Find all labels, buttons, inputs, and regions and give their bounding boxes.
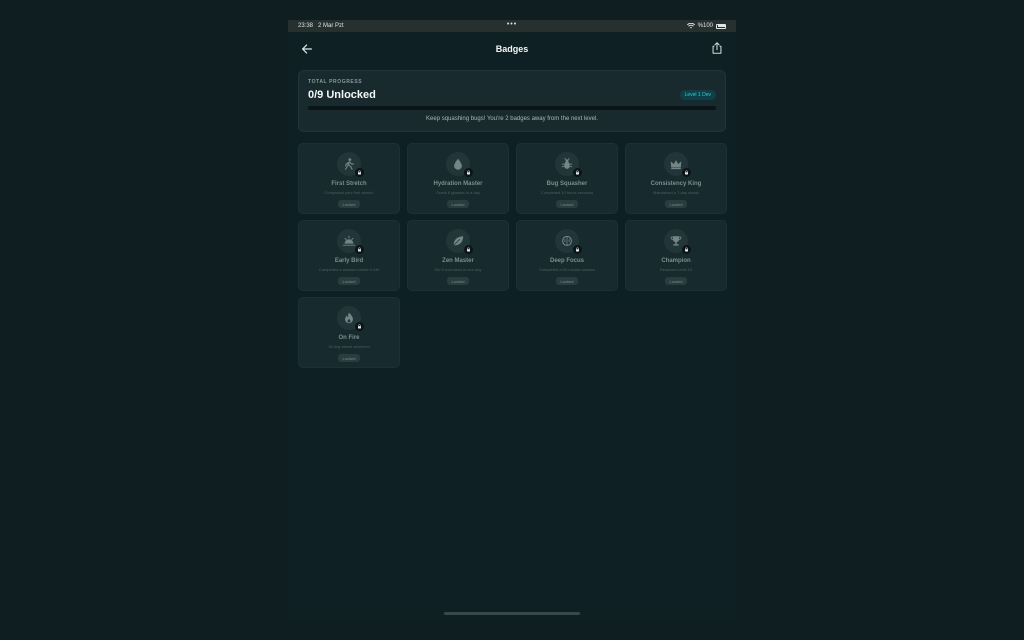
badge-icon-wrap [555, 152, 582, 177]
badge-description: Completed a session before 9 AM [318, 267, 380, 272]
home-indicator[interactable] [444, 612, 580, 615]
status-bar: 23:38 2 Mar Pzt ••• %100 [288, 20, 736, 32]
badge-card[interactable]: Deep Focus Completed a 60-minute session L… [516, 220, 618, 291]
badge-card[interactable]: On Fire 30-day streak achieved Locked [298, 297, 400, 368]
badge-name: On Fire [338, 335, 360, 341]
lock-icon [682, 168, 691, 177]
badge-icon-wrap [664, 229, 691, 254]
battery-percent: %100 [697, 23, 713, 29]
wifi-icon [686, 23, 695, 29]
progress-kicker: TOTAL PROGRESS [308, 79, 363, 85]
badge-card[interactable]: First Stretch Completed your first stretc… [298, 143, 400, 214]
status-date: 2 Mar Pzt [318, 23, 344, 29]
badge-status: Locked [446, 277, 470, 285]
badge-description: Drank 8 glasses in a day [436, 190, 480, 195]
badge-icon-wrap [446, 229, 473, 254]
badge-name: First Stretch [331, 181, 367, 187]
lock-icon [464, 168, 473, 177]
badge-icon-wrap [446, 152, 473, 177]
badge-card[interactable]: Zen Master Did 5 exercises in one day Lock… [407, 220, 509, 291]
progress-bar [308, 106, 716, 110]
badge-name: Zen Master [442, 258, 474, 264]
badge-name: Consistency King [650, 181, 702, 187]
share-icon[interactable] [710, 41, 724, 55]
badge-grid: First Stretch Completed your first stretc… [298, 143, 727, 368]
lock-icon [573, 168, 582, 177]
badge-description: Maintained a 7-day streak [652, 190, 700, 195]
lock-icon [682, 245, 691, 254]
badge-description: Completed a 60-minute session [538, 267, 596, 272]
badge-description: Reached Level 10 [659, 267, 693, 272]
badge-name: Early Bird [334, 258, 364, 264]
badge-card[interactable]: Champion Reached Level 10 Locked [625, 220, 727, 291]
navigation-bar: Badges [288, 34, 736, 64]
lock-icon [573, 245, 582, 254]
progress-title: 0/9 Unlocked [308, 89, 376, 101]
lock-icon [355, 168, 364, 177]
badge-icon-wrap [664, 152, 691, 177]
badge-name: Bug Squasher [546, 181, 588, 187]
level-badge: Level 1 Dev [679, 90, 716, 100]
badge-status: Locked [337, 200, 361, 208]
badge-card[interactable]: Early Bird Completed a session before 9 A… [298, 220, 400, 291]
badge-status: Locked [446, 200, 470, 208]
badge-description: Completed 10 focus sessions [540, 190, 594, 195]
badge-status: Locked [337, 277, 361, 285]
multitask-dots[interactable]: ••• [507, 21, 517, 28]
progress-message: Keep squashing bugs! You're 2 badges awa… [426, 116, 598, 122]
back-arrow-icon[interactable] [300, 42, 314, 56]
badge-description: Did 5 exercises in one day [434, 267, 482, 272]
badge-description: 30-day streak achieved [328, 344, 370, 349]
status-time: 23:38 [298, 23, 314, 29]
badge-status: Locked [664, 277, 688, 285]
badge-status: Locked [337, 354, 361, 362]
badge-icon-wrap [555, 229, 582, 254]
badge-card[interactable]: Consistency King Maintained a 7-day strea… [625, 143, 727, 214]
badge-status: Locked [555, 200, 579, 208]
badge-card[interactable]: Bug Squasher Completed 10 focus sessions L… [516, 143, 618, 214]
badge-icon-wrap [337, 306, 364, 331]
battery-icon [716, 23, 726, 29]
page-title: Badges [495, 44, 529, 54]
badge-name: Deep Focus [549, 258, 584, 264]
badge-status: Locked [664, 200, 688, 208]
lock-icon [464, 245, 473, 254]
lock-icon [355, 245, 364, 254]
badge-name: Champion [661, 258, 691, 264]
badge-description: Completed your first stretch [324, 190, 374, 195]
badge-card[interactable]: Hydration Master Drank 8 glasses in a day… [407, 143, 509, 214]
badge-status: Locked [555, 277, 579, 285]
total-progress-card: TOTAL PROGRESS 0/9 Unlocked Level 1 Dev … [298, 70, 726, 132]
lock-icon [355, 322, 364, 331]
app-window: 23:38 2 Mar Pzt ••• %100 Badges TOTAL PR… [288, 20, 736, 620]
badge-name: Hydration Master [433, 181, 483, 187]
badge-icon-wrap [337, 152, 364, 177]
badge-icon-wrap [337, 229, 364, 254]
